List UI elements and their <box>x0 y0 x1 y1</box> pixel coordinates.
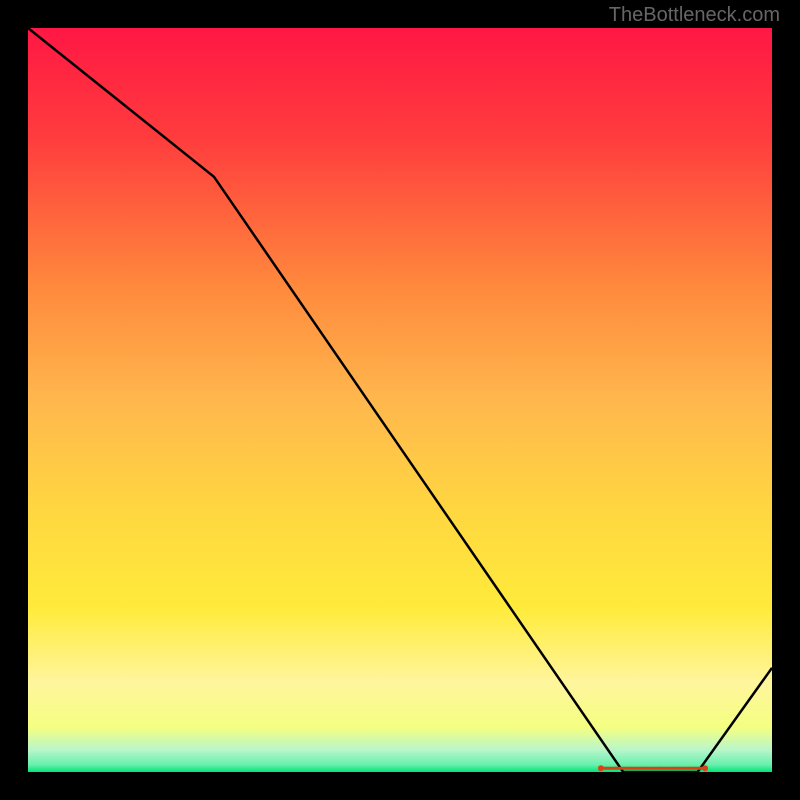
chart-area <box>28 28 772 772</box>
chart-line <box>28 28 772 772</box>
watermark-text: TheBottleneck.com <box>609 4 780 27</box>
